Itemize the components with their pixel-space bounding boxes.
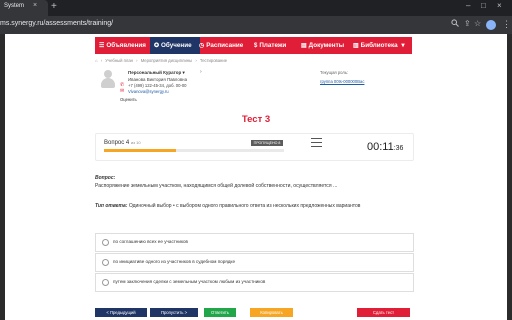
answer-option-label: по инициативе одного из участников в суд… [113,259,236,264]
url-input[interactable]: ms.synergy.ru/assessments/training/ [0,20,113,27]
progress-fill [104,149,176,152]
question-counter: Вопрос 4 из 10 [104,140,141,146]
test-timer: 00:11:36 [367,141,404,153]
mail-icon: ✉ [120,88,125,94]
documents-icon: ▤ [301,43,307,49]
page-margin [0,34,5,320]
home-icon[interactable]: ⌂ [95,58,98,63]
library-icon: ▥ [353,43,359,49]
answer-option[interactable]: по инициативе одного из участников в суд… [95,253,414,272]
question-text: Распоряжение земельным участком, находящ… [95,183,338,189]
nav-item-library[interactable]: ▥ Библиотека ▾ [353,37,411,54]
breadcrumb-item: Тестирование [199,58,228,63]
rate-curator-link[interactable]: Оценить [120,97,137,102]
answer-option-label: по соглашению всех ее участников [113,239,189,244]
chevron-down-icon: ▾ [182,70,185,75]
role-label: Текущая роль: [320,70,349,75]
minimize-icon[interactable]: – [466,1,470,10]
nav-label: Библиотека [360,42,398,49]
browser-tab-strip: System × + – □ × [0,0,512,16]
browser-menu-icon[interactable]: ⋮ [502,19,511,30]
nav-label: Объявления [106,42,146,49]
radio-button[interactable] [102,239,109,246]
breadcrumb-separator: › [195,58,197,63]
nav-label: Документы [308,42,345,49]
nav-label: Расписание [206,42,244,49]
skipped-badge: ПРОПУЩЕНО 8 [251,140,283,146]
answer-option[interactable]: путем заключения сделки с земельным учас… [95,273,414,292]
nav-item-announcements[interactable]: ☰ Объявления [95,37,153,54]
chevron-down-icon: ▾ [401,42,405,49]
breadcrumb-separator: › [100,58,103,63]
page-margin [507,34,512,320]
tab-close-icon[interactable]: × [33,2,37,9]
role-select-link[interactable]: группа 00ts-000000Вас [320,79,364,84]
answer-option-label: путем заключения сделки с земельным учас… [113,279,266,284]
nav-item-documents[interactable]: ▤ Документы [301,37,355,54]
new-tab-button[interactable]: + [51,1,57,13]
breadcrumb: ⌂ › Учебный план › Мероприятия дисциплин… [95,58,227,63]
clock-icon: ◷ [199,43,205,49]
breadcrumb-item[interactable]: Мероприятия дисциплины [141,58,192,63]
payments-icon: $ [254,43,258,49]
curator-email-link[interactable]: Vivanova@synergy.ru [128,89,169,94]
answer-option[interactable]: по соглашению всех ее участников [95,233,414,252]
question-heading: Вопрос: [95,175,116,181]
skip-button[interactable]: Пропустить > [150,308,198,317]
browser-tab[interactable]: System × [0,0,48,16]
nav-label: Обучение [161,42,192,49]
profile-avatar[interactable] [486,20,496,30]
breadcrumb-item[interactable]: Учебный план [105,58,133,63]
tab-title: System [4,3,25,9]
search-icon[interactable] [451,19,459,29]
radio-button[interactable] [102,259,109,266]
close-window-icon[interactable]: × [497,1,502,10]
nav-item-schedule[interactable]: ◷ Расписание [199,37,249,54]
share-icon[interactable]: ⇪ [464,19,471,28]
curator-phone: +7 (499) 122-45-34, доб. 00-00 [128,83,187,88]
question-list-icon[interactable] [311,138,322,148]
copy-button[interactable]: Копировать [250,308,293,317]
previous-button[interactable]: < Предыдущий [95,308,147,317]
education-icon: ✪ [154,43,160,49]
answer-button[interactable]: Ответить [204,308,236,317]
curator-title[interactable]: Персональный Куратор ▾ [128,70,185,76]
star-icon[interactable]: ☆ [474,19,481,28]
curator-name: Иванова Виктория Павловна [128,77,188,82]
main-navbar: ☰ Объявления ✪ Обучение ◷ Расписание $ Плате… [95,37,412,54]
address-bar: ms.synergy.ru/assessments/training/ ⇪ ☆ [0,16,512,34]
curator-avatar [100,70,116,88]
test-progress-bar [104,149,284,152]
radio-button[interactable] [102,279,109,286]
chevron-right-icon[interactable]: › [200,69,202,75]
test-title: Тест 3 [241,114,271,125]
nav-item-payments[interactable]: $ Платежи [254,37,300,54]
nav-label: Платежи [259,42,287,49]
breadcrumb-separator: › [136,58,138,63]
announcements-icon: ☰ [99,43,105,49]
maximize-icon[interactable]: □ [481,1,486,10]
nav-item-education[interactable]: ✪ Обучение [150,37,200,54]
submit-test-button[interactable]: Сдать тест [357,308,410,317]
answer-type: Тип ответа: Одиночный выбор • с выбором … [95,203,361,209]
